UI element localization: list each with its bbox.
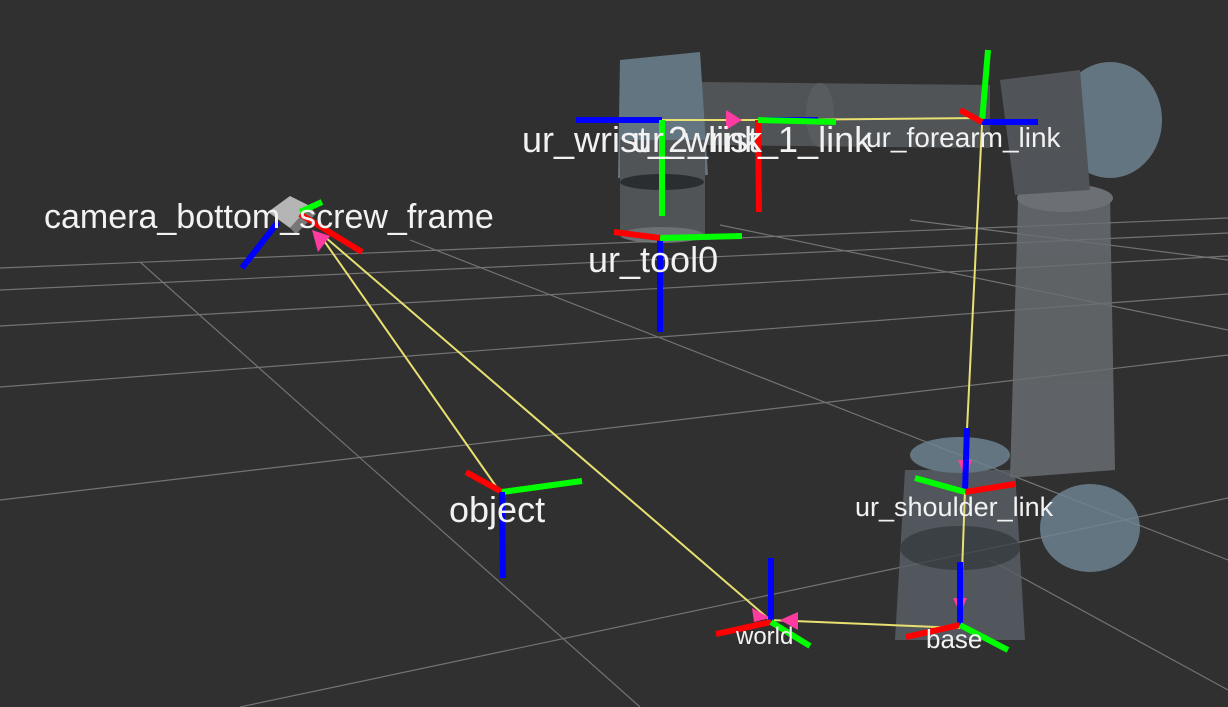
grid-line: [989, 559, 1228, 691]
robot-shoulder-joint-cap: [1040, 484, 1140, 572]
scene-canvas[interactable]: ur_wrist_2_link ur_wrist_1_link ur_forea…: [0, 0, 1228, 707]
frame-label-object: object: [449, 489, 545, 530]
frame-label-camera-bottom-screw-frame: camera_bottom_screw_frame: [44, 198, 494, 236]
robot-shoulder-cap: [910, 437, 1010, 473]
frame-label-ur-tool0: ur_tool0: [588, 239, 718, 280]
shoulder-frame-z-axis: [962, 427, 970, 493]
frame-label-ur-shoulder-link: ur_shoulder_link: [855, 492, 1054, 522]
frame-label-ur-forearm-link: ur_forearm_link: [866, 122, 1062, 153]
robot-upper-arm: [1010, 195, 1115, 478]
tool0-frame-y-axis: [659, 233, 743, 241]
frame-label-base: base: [926, 624, 982, 654]
3d-render-viewport[interactable]: ur_wrist_2_link ur_wrist_1_link ur_forea…: [0, 0, 1228, 707]
frame-label-world: world: [735, 623, 793, 650]
tf-link-shoulder-forearm: [964, 124, 983, 471]
frame-label-ur-wrist-1-link: ur_wrist_1_link: [632, 119, 873, 160]
